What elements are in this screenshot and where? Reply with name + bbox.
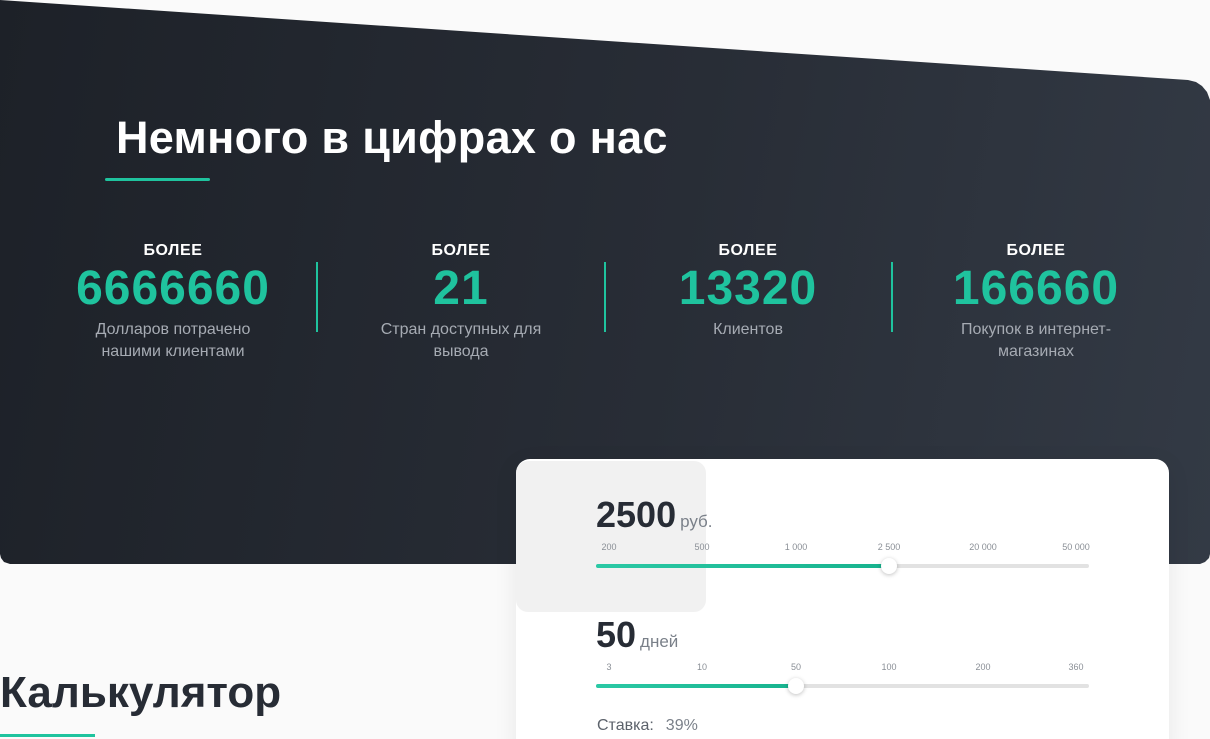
amount-ticks: 200 500 1 000 2 500 20 000 50 000	[596, 542, 1090, 556]
amount-tick: 20 000	[969, 542, 997, 552]
stat-value: 166660	[952, 262, 1120, 315]
stat-item: БОЛЕЕ 6666660 Долларов потрачено нашими …	[43, 241, 303, 363]
stat-item: БОЛЕЕ 21 Стран доступных для вывода	[331, 241, 591, 363]
amount-value: 2500	[596, 494, 677, 535]
days-tick: 100	[881, 662, 897, 672]
days-tick: 360	[1068, 662, 1084, 672]
stat-caption: Клиентов	[713, 321, 783, 338]
stat-value: 6666660	[76, 262, 270, 315]
amount-slider-fill	[596, 564, 890, 568]
days-display: 50 дней	[596, 614, 678, 656]
amount-tick: 500	[694, 542, 710, 552]
amount-tick: 2 500	[877, 542, 901, 552]
stats-title: Немного в цифрах о нас	[116, 112, 668, 163]
amount-slider-track[interactable]	[596, 558, 1089, 574]
days-tick: 10	[696, 662, 708, 672]
stat-item: БОЛЕЕ 13320 Клиентов	[618, 241, 878, 341]
stat-prefix: БОЛЕЕ	[718, 242, 778, 259]
amount-tick: 50 000	[1062, 542, 1090, 552]
page: Немного в цифрах о нас БОЛЕЕ 6666660 Дол…	[0, 0, 1210, 739]
days-slider-thumb[interactable]	[787, 678, 804, 694]
stat-prefix: БОЛЕЕ	[1006, 242, 1066, 259]
stat-divider	[316, 262, 318, 332]
stat-caption: Долларов потрачено нашими клиентами	[95, 321, 251, 360]
stat-value: 21	[433, 262, 489, 315]
stats-title-underline	[105, 178, 210, 181]
days-tick: 200	[975, 662, 991, 672]
rate-value: 39%	[665, 717, 698, 734]
amount-tick: 200	[601, 542, 617, 552]
calculator-title: Калькулятор	[0, 668, 282, 717]
stat-prefix: БОЛЕЕ	[431, 242, 491, 259]
stat-prefix: БОЛЕЕ	[143, 242, 203, 259]
days-slider-track[interactable]	[596, 678, 1089, 694]
card-overlay	[516, 461, 706, 612]
days-value: 50	[596, 614, 637, 655]
stat-caption: Стран доступных для вывода	[380, 321, 542, 360]
days-ticks: 3 10 50 100 200 360	[596, 662, 1090, 676]
amount-tick: 1 000	[784, 542, 808, 552]
stat-caption: Покупок в интернет-магазинах	[960, 321, 1112, 360]
days-slider-fill	[596, 684, 796, 688]
days-tick: 50	[790, 662, 802, 672]
amount-display: 2500 руб.	[596, 494, 713, 536]
calculator-title-underline	[0, 734, 95, 737]
stat-item: БОЛЕЕ 166660 Покупок в интернет-магазина…	[906, 241, 1166, 363]
stat-divider	[891, 262, 893, 332]
days-unit: дней	[640, 632, 679, 651]
stat-value: 13320	[678, 262, 818, 315]
rate-row: Ставка: 39%	[597, 717, 698, 735]
days-tick: 3	[606, 662, 612, 672]
amount-unit: руб.	[680, 512, 713, 531]
stat-divider	[604, 262, 606, 332]
rate-label: Ставка:	[597, 717, 654, 734]
